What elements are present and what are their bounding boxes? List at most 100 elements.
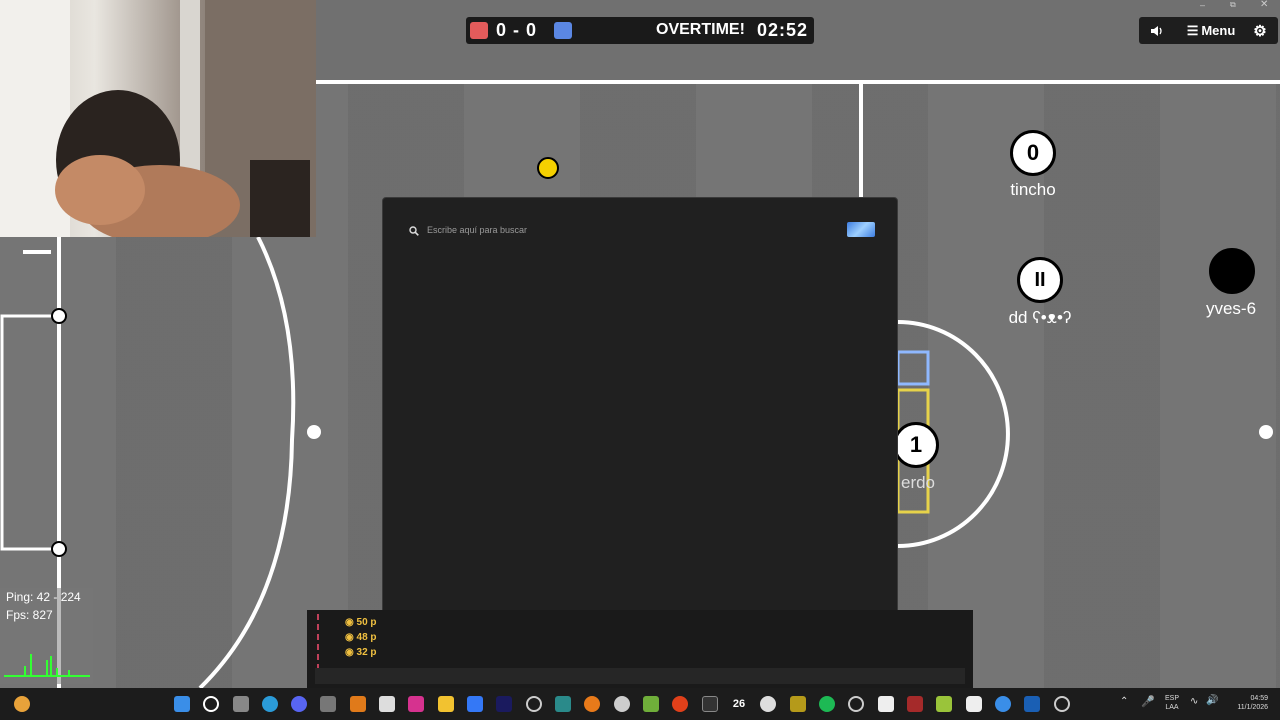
search-bar — [407, 220, 875, 240]
menu-button[interactable]: ☰ Menu — [1181, 17, 1241, 44]
medal-icon: ◉ — [345, 617, 357, 628]
restore-icon[interactable]: ⧉ — [1230, 0, 1236, 10]
player-disc: 0 — [1010, 130, 1056, 176]
menu-label: Menu — [1201, 23, 1236, 38]
blender-icon[interactable] — [584, 696, 600, 712]
goal-post-bottom — [51, 541, 67, 557]
close-icon[interactable]: ✕ — [1260, 0, 1268, 10]
player-number: 0 — [1026, 140, 1040, 165]
search-panel — [382, 197, 898, 679]
brave-icon[interactable] — [672, 696, 688, 712]
minus-mark — [23, 250, 51, 254]
spotify-icon[interactable] — [819, 696, 835, 712]
obs-icon[interactable] — [614, 696, 630, 712]
player-number: 1 — [909, 432, 923, 457]
browser-icon[interactable] — [995, 696, 1011, 712]
goal-post-top — [51, 308, 67, 324]
search-highlight-image[interactable] — [847, 222, 875, 237]
game-icon[interactable] — [936, 696, 952, 712]
winrar-icon[interactable] — [907, 696, 923, 712]
language-indicator[interactable]: ESP LAA — [1160, 694, 1184, 712]
chat-input[interactable] — [315, 668, 965, 684]
chat-list: ◉ 50 p ◉ 48 p ◉ 32 p — [315, 615, 377, 660]
fps-text: Fps: 827 — [6, 608, 53, 622]
red-score: 0 — [496, 20, 508, 40]
search-icon[interactable] — [203, 696, 219, 712]
ball — [537, 157, 559, 179]
chat-text: 32 p — [356, 647, 377, 658]
language-code: ESP — [1164, 695, 1179, 702]
unreal-icon[interactable] — [526, 696, 542, 712]
wifi-icon[interactable]: ∿ — [1190, 696, 1198, 707]
player-disc: 1 — [893, 422, 939, 468]
animate-icon[interactable] — [496, 696, 512, 712]
player-name: tincho — [1010, 180, 1056, 199]
calendar-badge: 26 — [732, 698, 746, 710]
blue-score: 0 — [526, 20, 538, 40]
chat-text: 50 p — [356, 617, 377, 628]
player-name: yves-6 — [1205, 299, 1257, 318]
layout-code: LAA — [1165, 704, 1179, 711]
unreal-engine-icon[interactable] — [848, 696, 864, 712]
capture-icon[interactable] — [702, 696, 718, 712]
minecraft-icon[interactable] — [643, 696, 659, 712]
webcam-overlay — [0, 0, 316, 237]
match-clock: 02:52 — [757, 20, 809, 40]
player-disc: II — [1017, 257, 1063, 303]
controller-icon[interactable] — [966, 696, 982, 712]
medal-icon: ◉ — [345, 647, 357, 658]
kickoff-dot-left — [307, 425, 321, 439]
taskbar: 26 ⌃ 🎤 ESP LAA ∿ 🔊 04:59 11/1/2026 — [0, 688, 1280, 720]
minimize-icon[interactable]: – — [1200, 0, 1205, 10]
start-icon[interactable] — [174, 696, 190, 712]
discord-icon[interactable] — [291, 696, 307, 712]
player-disc — [1209, 248, 1255, 294]
terminal-icon[interactable] — [555, 696, 571, 712]
edge-icon[interactable] — [262, 696, 278, 712]
shield-icon[interactable] — [760, 696, 776, 712]
score-separator: - — [513, 20, 521, 40]
game-screen: 0 - 0 OVERTIME! 02:52 ☰ Menu ⚙ – ⧉ ✕ 0 t… — [0, 0, 1280, 720]
chevron-up-icon[interactable]: ⌃ — [1120, 696, 1128, 707]
search-icon — [409, 223, 419, 241]
chat-line: ◉ 50 p — [315, 615, 377, 630]
clock-time: 04:59 — [1250, 695, 1268, 702]
gear-icon: ⚙ — [1253, 22, 1267, 40]
player-name: dd ʕ•ᴥ•ʔ — [1008, 308, 1072, 327]
instagram-icon[interactable] — [408, 696, 424, 712]
penalty-arc — [198, 236, 296, 690]
volume-icon[interactable]: 🔊 — [1206, 695, 1218, 706]
chat-text: 48 p — [356, 632, 377, 643]
chatgpt-icon[interactable] — [1054, 696, 1070, 712]
settings-app-icon[interactable] — [320, 696, 336, 712]
kickoff-dot-right — [1259, 425, 1273, 439]
photo-app-icon[interactable] — [350, 696, 366, 712]
sound-button[interactable] — [1143, 17, 1171, 44]
player-pause-label: II — [1034, 268, 1046, 291]
settings-button[interactable]: ⚙ — [1247, 17, 1273, 44]
webcam-image — [0, 0, 316, 237]
ping-text: Ping: 42 - 224 — [6, 590, 81, 604]
files-icon[interactable] — [790, 696, 806, 712]
folder-icon[interactable] — [438, 696, 454, 712]
search-input[interactable] — [427, 221, 827, 239]
window-controls: – ⧉ ✕ — [1196, 0, 1276, 12]
store-icon[interactable] — [467, 696, 483, 712]
task-view-icon[interactable] — [233, 696, 249, 712]
app-icon[interactable] — [14, 696, 30, 712]
fps-graph — [4, 654, 90, 677]
document-icon[interactable] — [878, 696, 894, 712]
goal-box — [0, 314, 61, 551]
emblem-blue — [896, 350, 930, 386]
medal-icon: ◉ — [345, 632, 357, 643]
chat-line: ◉ 48 p — [315, 630, 377, 645]
clock[interactable]: 04:59 11/1/2026 — [1222, 694, 1268, 712]
window-app-icon[interactable] — [379, 696, 395, 712]
microphone-icon[interactable]: 🎤 — [1141, 695, 1155, 708]
chat-line: ◉ 32 p — [315, 645, 377, 660]
steam-icon[interactable] — [1024, 696, 1040, 712]
calendar-icon[interactable]: 26 — [731, 696, 747, 712]
scoreboard: 0 - 0 OVERTIME! 02:52 — [466, 17, 814, 44]
clock-date: 11/1/2026 — [1237, 704, 1268, 711]
score-text: 0 - 0 — [496, 20, 537, 41]
